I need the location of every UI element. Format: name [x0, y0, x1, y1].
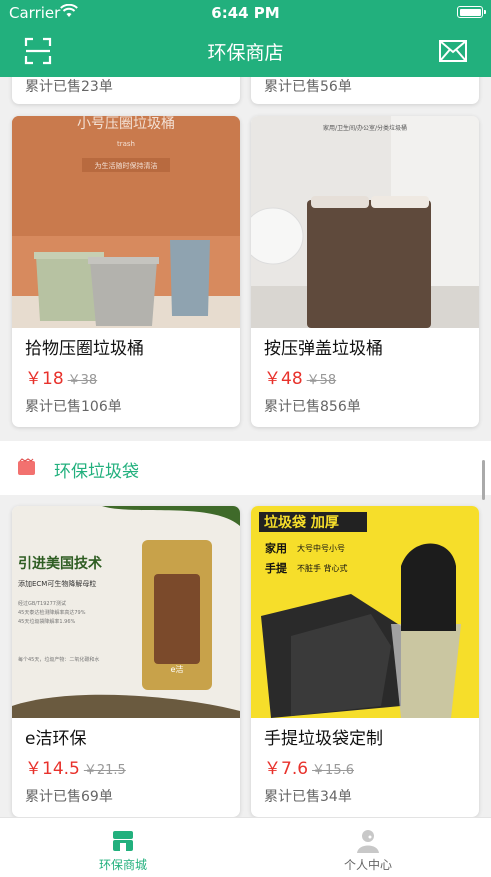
app-header: Carrier 6:44 PM 环保商店	[0, 0, 491, 77]
sold-count: 累计已售856单	[264, 399, 361, 415]
original-price: ￥58	[306, 373, 337, 388]
original-price: ￥21.5	[83, 763, 126, 778]
product-name: 拾物压圈垃圾桶	[25, 339, 144, 359]
bag-label: e洁	[171, 664, 184, 674]
product-name: 按压弹盖垃圾桶	[264, 339, 383, 359]
image-logo: trash	[117, 140, 135, 148]
section-title: 环保垃圾袋	[54, 462, 139, 482]
user-icon	[357, 830, 379, 853]
status-bar: Carrier 6:44 PM	[0, 0, 491, 26]
product-card[interactable]: 小号压圈垃圾桶 trash 为生活随时保持清洁 拾物压圈垃圾桶 ￥18 ￥38 累…	[12, 116, 240, 427]
sold-count: 累计已售56单	[264, 79, 352, 95]
tab-label: 个人中心	[343, 858, 392, 872]
product-price: ￥18	[25, 369, 64, 389]
product-name: 手提垃圾袋定制	[264, 729, 383, 749]
image-subheadline: 添加ECM可生物降解母粒	[18, 579, 96, 588]
sold-count: 累计已售69单	[25, 789, 113, 805]
product-price: ￥48	[264, 369, 303, 389]
product-card-partial[interactable]: 累计已售23单	[12, 77, 240, 104]
product-price: ￥14.5	[25, 759, 80, 779]
price-row: ￥7.6 ￥15.6	[264, 754, 354, 779]
product-card[interactable]: 引进美国技术 添加ECM可生物降解母粒 经过GB/T19277测试 45天泰达检…	[12, 506, 240, 817]
status-time: 6:44 PM	[211, 4, 280, 22]
image-row-label: 手提	[265, 561, 288, 575]
image-line: 45天垃圾袋降解率1.96%	[18, 618, 75, 625]
mail-icon[interactable]	[439, 40, 467, 62]
image-line: 经过GB/T19277测试	[18, 600, 66, 607]
product-price: ￥7.6	[264, 759, 309, 779]
page-title: 环保商店	[207, 42, 284, 64]
product-card[interactable]: 垃圾袋 加厚 家用 大号中号小号 手提 不脏手 背心式 手提垃圾袋定制 ￥7.6…	[251, 506, 479, 817]
image-row-text: 大号中号小号	[297, 543, 345, 553]
tab-bar: 环保商城 个人中心	[0, 817, 491, 877]
image-row-label: 家用	[265, 541, 287, 555]
product-card[interactable]: 家用/卫生间/办公室/分类垃圾桶 按压弹盖垃圾桶 ￥48 ￥58 累计已售856单	[251, 116, 479, 427]
nav-bar: 环保商店	[0, 26, 491, 77]
bag-icon	[18, 458, 35, 475]
scrollbar[interactable]	[482, 460, 485, 500]
price-row: ￥14.5 ￥21.5	[25, 754, 126, 779]
sold-count: 累计已售23单	[25, 79, 113, 95]
image-headline: 垃圾袋 加厚	[264, 514, 339, 531]
product-card-partial[interactable]: 累计已售56单	[251, 77, 479, 104]
sold-count: 累计已售106单	[25, 399, 122, 415]
product-list[interactable]: 累计已售23单 累计已售56单 小号压圈垃圾桶 trash 为生活随时保持清洁 …	[0, 77, 491, 817]
image-caption: 家用/卫生间/办公室/分类垃圾桶	[323, 124, 407, 132]
section-header: 环保垃圾袋	[0, 441, 491, 495]
product-image: 家用/卫生间/办公室/分类垃圾桶	[251, 116, 479, 328]
original-price: ￥15.6	[312, 763, 354, 778]
product-image: 引进美国技术 添加ECM可生物降解母粒 经过GB/T19277测试 45天泰达检…	[12, 506, 240, 718]
image-row-text: 不脏手 背心式	[297, 563, 348, 573]
store-icon	[113, 831, 133, 851]
price-row: ￥48 ￥58	[264, 364, 336, 389]
sold-count: 累计已售34单	[264, 789, 352, 805]
price-row: ￥18 ￥38	[25, 364, 97, 389]
battery-icon	[457, 6, 486, 18]
image-line: 45天泰达检测降解率高达79%	[18, 609, 86, 616]
image-line: 每个45天，垃圾产物：二氧化碳和水	[18, 656, 99, 663]
tab-store[interactable]: 环保商城	[48, 828, 198, 873]
tab-profile[interactable]: 个人中心	[293, 828, 443, 873]
image-tagline: 为生活随时保持清洁	[95, 161, 158, 170]
product-image: 小号压圈垃圾桶 trash 为生活随时保持清洁	[12, 116, 240, 328]
image-headline: 引进美国技术	[18, 555, 102, 572]
tab-label: 环保商城	[98, 858, 147, 872]
product-image: 垃圾袋 加厚 家用 大号中号小号 手提 不脏手 背心式	[251, 506, 479, 718]
product-name: e洁环保	[25, 729, 87, 749]
image-headline: 小号压圈垃圾桶	[77, 116, 175, 132]
original-price: ￥38	[67, 373, 98, 388]
